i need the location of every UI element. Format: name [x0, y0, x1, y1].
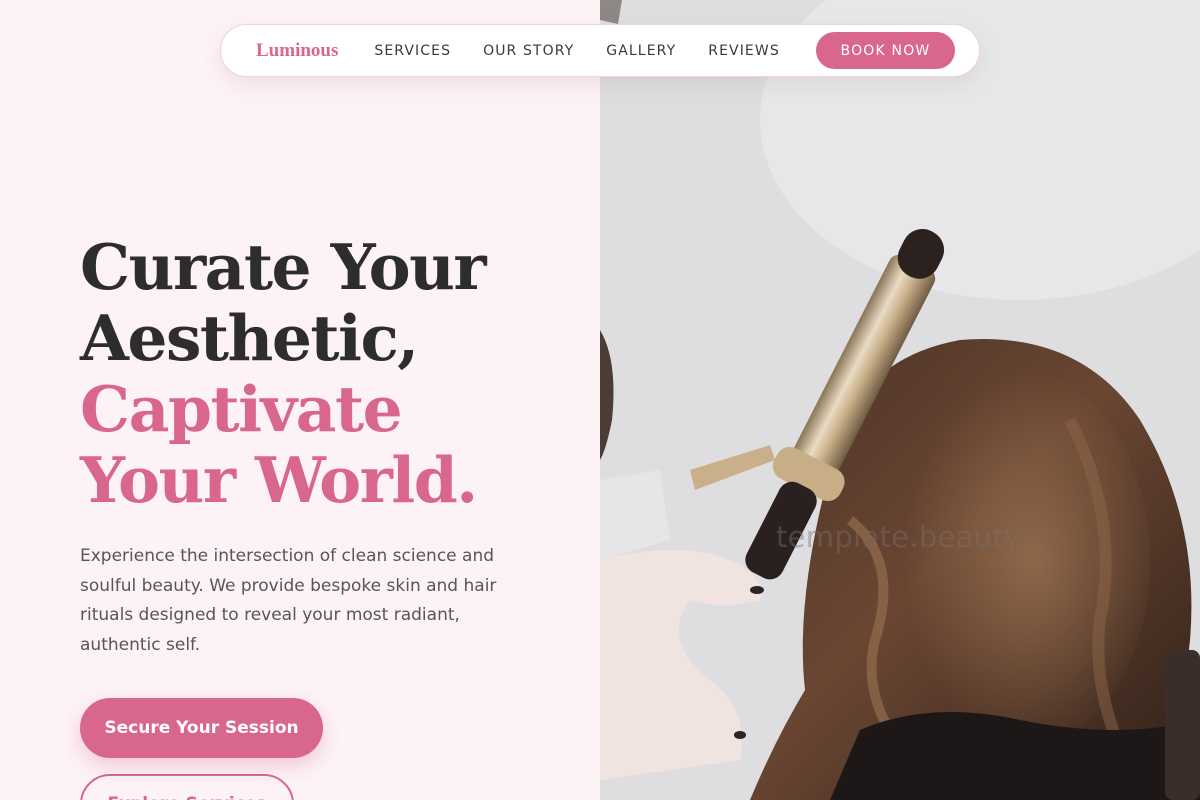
nav-link-reviews[interactable]: REVIEWS: [708, 43, 780, 59]
explore-services-button[interactable]: Explore Services: [80, 774, 294, 800]
hero-title-line-2: Aesthetic,: [80, 301, 419, 375]
secure-session-button[interactable]: Secure Your Session: [80, 698, 323, 758]
book-now-button[interactable]: BOOK NOW: [816, 32, 955, 69]
hero-title-accent-line-1: Captivate: [80, 372, 403, 446]
hero-photo: template.beauty: [600, 0, 1200, 800]
hero-title-line-1: Curate Your: [80, 230, 487, 304]
hero-title: Curate Your Aesthetic, Captivate Your Wo…: [80, 232, 580, 516]
hero-description: Experience the intersection of clean sci…: [80, 546, 497, 655]
nav-link-services[interactable]: SERVICES: [374, 43, 451, 59]
watermark: template.beauty: [776, 520, 1022, 554]
main-navbar: Luminous SERVICES OUR STORY GALLERY REVI…: [220, 24, 980, 77]
hero-title-accent-line-2: Your World.: [80, 443, 478, 517]
hair-styling-photo: [600, 0, 1200, 800]
nav-link-gallery[interactable]: GALLERY: [606, 43, 676, 59]
nav-link-our-story[interactable]: OUR STORY: [483, 43, 574, 59]
logo[interactable]: Luminous: [256, 40, 338, 62]
